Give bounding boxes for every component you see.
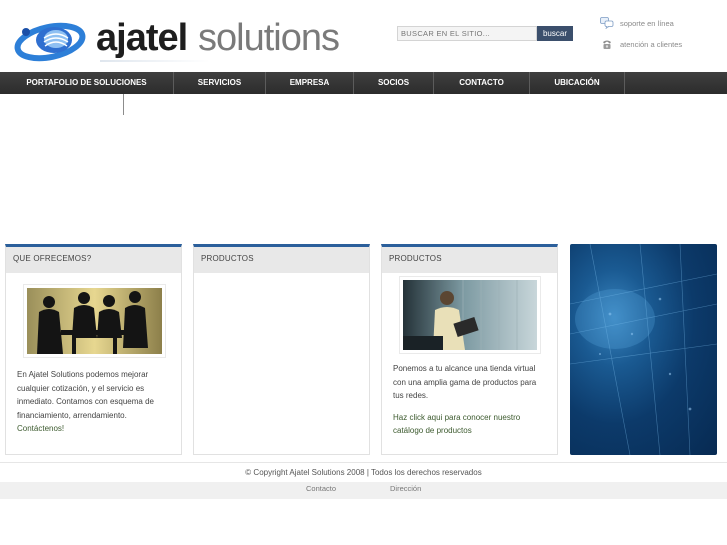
logo-word-ajatel: ajatel xyxy=(96,17,188,59)
card-offer: QUE OFRECEMOS? En Ajatel Solutions podem… xyxy=(5,244,182,455)
footer-address-link[interactable]: Dirección xyxy=(390,482,421,496)
nav-item-ubicacion[interactable]: UBICACIÓN xyxy=(530,72,625,94)
nav-item-socios[interactable]: SOCIOS xyxy=(354,72,434,94)
nav-dropdown-line xyxy=(123,94,124,115)
catalog-link[interactable]: Haz click aqui para conocer nuestro catá… xyxy=(393,411,548,438)
nav-item-servicios[interactable]: SERVICIOS xyxy=(174,72,266,94)
site-header: ajatel solutions buscar soporte en línea… xyxy=(0,0,727,72)
footer-links-bar: Contacto Dirección xyxy=(0,482,727,499)
card-products-heading: PRODUCTOS xyxy=(194,247,369,273)
card-offer-text: En Ajatel Solutions podemos mejorar cual… xyxy=(17,368,167,436)
support-online-label: soporte en línea xyxy=(620,18,674,28)
client-service-label: atención a clientes xyxy=(620,39,683,49)
globe-swirl-icon xyxy=(14,22,86,62)
footer-copyright: © Copyright Ajatel Solutions 2008 | Todo… xyxy=(0,462,727,482)
card-products-store: PRODUCTOS Ponemos a tu alcance una tiend… xyxy=(381,244,558,455)
contact-us-link[interactable]: Contáctenos! xyxy=(17,422,167,436)
card-store-heading: PRODUCTOS xyxy=(382,247,557,273)
logo-underline xyxy=(100,60,210,62)
card-offer-body: En Ajatel Solutions podemos mejorar cual… xyxy=(17,370,154,420)
card-products-empty: PRODUCTOS xyxy=(193,244,370,455)
network-banner-image xyxy=(570,244,717,455)
client-service-link[interactable]: atención a clientes xyxy=(600,37,682,51)
main-navigation: PORTAFOLIO DE SOLUCIONES SERVICIOS EMPRE… xyxy=(0,72,727,94)
nav-item-portafolio[interactable]: PORTAFOLIO DE SOLUCIONES xyxy=(0,72,174,94)
phone-icon xyxy=(603,40,611,49)
card-store-text: Ponemos a tu alcance una tienda virtual … xyxy=(393,362,548,438)
footer-contact-link[interactable]: Contacto xyxy=(306,482,336,496)
laptop-photo xyxy=(400,277,540,353)
chat-bubbles-icon xyxy=(600,17,614,29)
nav-item-contacto[interactable]: CONTACTO xyxy=(434,72,530,94)
support-online-link[interactable]: soporte en línea xyxy=(600,16,674,30)
site-logo[interactable]: ajatel solutions xyxy=(14,14,354,64)
logo-word-solutions: solutions xyxy=(198,17,340,59)
nav-item-empresa[interactable]: EMPRESA xyxy=(266,72,354,94)
card-offer-heading: QUE OFRECEMOS? xyxy=(6,247,181,273)
card-store-body: Ponemos a tu alcance una tienda virtual … xyxy=(393,364,537,400)
search-input[interactable] xyxy=(397,26,537,41)
search-button[interactable]: buscar xyxy=(537,26,573,41)
meeting-photo xyxy=(24,285,165,357)
